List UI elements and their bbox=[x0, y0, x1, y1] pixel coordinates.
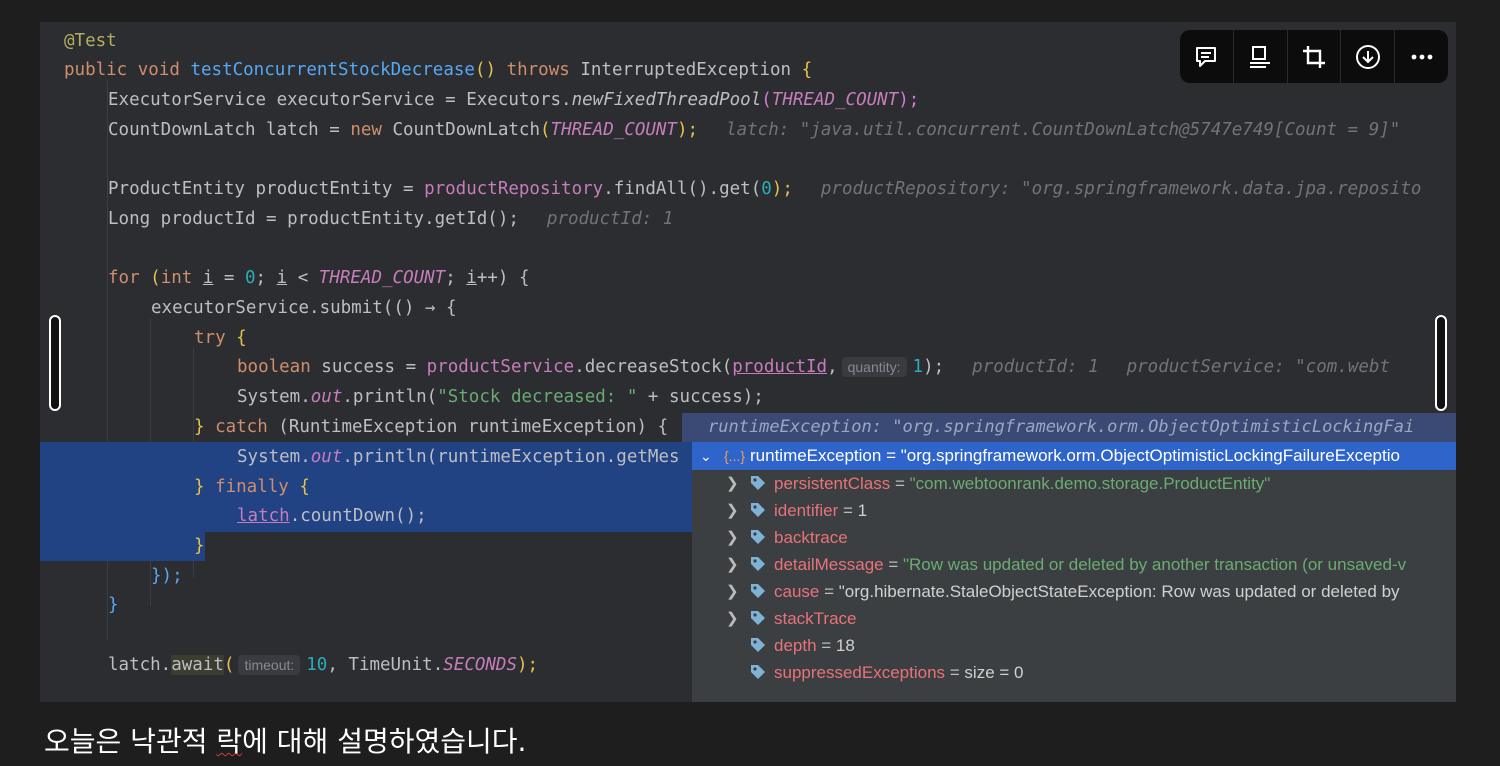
field-tag-icon bbox=[751, 503, 765, 517]
resize-handle-left[interactable] bbox=[49, 315, 61, 411]
code-line: boolean success = productService.decreas… bbox=[237, 357, 1391, 377]
image-caption[interactable]: 오늘은 낙관적 락에 대해 설명하였습니다. bbox=[44, 722, 526, 762]
chevron-right-icon[interactable]: ❯ bbox=[726, 578, 739, 605]
chevron-right-icon[interactable]: ❯ bbox=[726, 605, 739, 632]
field-tag-icon bbox=[751, 611, 765, 625]
inline-debug-value: productRepository: "org.springframework.… bbox=[820, 179, 1422, 199]
debug-tooltip-bar: runtimeException: "org.springframework.o… bbox=[682, 413, 1456, 442]
object-icon: {...} bbox=[724, 448, 746, 464]
chevron-right-icon[interactable]: ❯ bbox=[726, 497, 739, 524]
code-line: Long productId = productEntity.getId(); p… bbox=[108, 209, 674, 229]
chevron-down-icon[interactable]: ⌄ bbox=[700, 442, 712, 470]
code-line: executorService.submit(() → { bbox=[151, 298, 457, 318]
inline-debug-value: latch: "java.util.concurrent.CountDownLa… bbox=[726, 120, 1401, 140]
crop-icon bbox=[1302, 45, 1325, 68]
more-icon bbox=[1411, 54, 1432, 59]
field-tag-icon bbox=[751, 584, 765, 598]
field-tag-icon bbox=[751, 665, 765, 679]
code-line: try { bbox=[194, 328, 247, 348]
field-tag-icon bbox=[751, 557, 765, 571]
popup-header-row[interactable]: ⌄ {...} runtimeException = "org.springfr… bbox=[692, 442, 1456, 470]
inline-debug-value: productId: 1 bbox=[972, 357, 1099, 377]
spellcheck-word: 락 bbox=[216, 725, 243, 758]
download-button[interactable] bbox=[1340, 30, 1394, 83]
chevron-right-icon[interactable]: ❯ bbox=[726, 551, 739, 578]
code-line: CountDownLatch latch = new CountDownLatc… bbox=[108, 120, 1401, 140]
caption-button[interactable] bbox=[1232, 30, 1287, 83]
code-line: ProductEntity productEntity = productRep… bbox=[108, 179, 1422, 199]
field-tag-icon bbox=[751, 638, 765, 652]
code-line: ExecutorService executorService = Execut… bbox=[108, 90, 920, 110]
chevron-right-icon[interactable]: ❯ bbox=[726, 524, 739, 551]
parameter-hint: quantity: bbox=[841, 357, 907, 377]
download-icon bbox=[1355, 44, 1380, 69]
debug-variables-popup[interactable]: ⌄ {...} runtimeException = "org.springfr… bbox=[692, 442, 1456, 702]
more-button[interactable] bbox=[1394, 30, 1448, 83]
code-line: System.out.println("Stock decreased: " +… bbox=[237, 387, 764, 407]
field-tag-icon bbox=[751, 530, 765, 544]
comment-icon bbox=[1196, 46, 1217, 67]
chevron-right-icon[interactable]: ❯ bbox=[726, 470, 739, 497]
caption-icon bbox=[1250, 45, 1271, 68]
parameter-hint: timeout: bbox=[238, 655, 301, 675]
code-line: for (int i = 0; i < THREAD_COUNT; i++) { bbox=[108, 268, 530, 288]
crop-button[interactable] bbox=[1286, 30, 1341, 83]
field-tag-icon bbox=[751, 476, 765, 490]
resize-handle-right[interactable] bbox=[1435, 315, 1447, 411]
inline-debug-value: productId: 1 bbox=[546, 209, 674, 229]
comment-button[interactable] bbox=[1180, 30, 1233, 83]
inline-debug-value: productService: "com.webt bbox=[1126, 357, 1391, 377]
image-toolbar bbox=[1180, 30, 1448, 83]
popup-header-text: runtimeException = "org.springframework.… bbox=[750, 446, 1400, 465]
selection-highlight bbox=[40, 532, 205, 561]
